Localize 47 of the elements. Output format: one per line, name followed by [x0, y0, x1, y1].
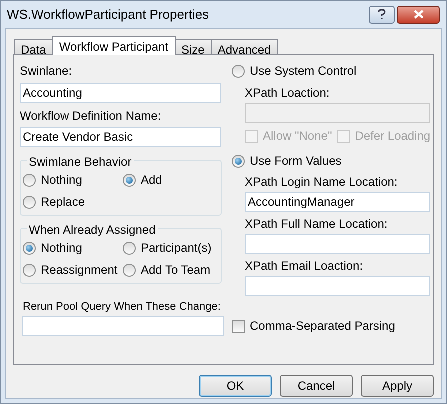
text-field[interactable]: [245, 103, 430, 123]
checkbox-label: Allow "None": [263, 128, 332, 145]
radio-label: Nothing: [41, 240, 82, 257]
close-icon: [414, 10, 424, 19]
radio-button[interactable]: [123, 242, 136, 254]
field-label: XPath Loaction:: [245, 85, 331, 99]
radio-button[interactable]: [232, 64, 245, 78]
radio-button[interactable]: [23, 264, 36, 276]
text-field[interactable]: Create Vendor Basic: [20, 127, 221, 147]
radio-label: Add: [141, 172, 162, 189]
text-field[interactable]: Accounting: [20, 83, 221, 103]
radio-button[interactable]: [23, 174, 36, 186]
radio-label: Nothing: [41, 172, 82, 189]
tab[interactable]: Data: [14, 39, 54, 55]
field-label: Swinlane:: [20, 63, 74, 77]
radio-button[interactable]: [232, 154, 245, 168]
dialog-button[interactable]: Cancel: [280, 375, 353, 397]
radio-label: Use Form Values: [250, 153, 342, 170]
checkbox-label: Defer Loading: [355, 128, 431, 145]
checkbox-label: Comma-Separated Parsing: [250, 318, 396, 335]
radio-label: Replace: [41, 194, 86, 211]
checkbox[interactable]: [232, 320, 245, 332]
text-field[interactable]: AccountingManager: [245, 192, 430, 212]
text-field[interactable]: [245, 276, 430, 296]
field-label: Workflow Definition Name:: [20, 108, 162, 122]
help-button[interactable]: [369, 6, 395, 24]
radio-label: Use System Control: [250, 63, 357, 80]
field-label: XPath Full Name Location:: [245, 216, 389, 230]
dialog-button[interactable]: OK: [199, 375, 272, 397]
text-field[interactable]: [22, 316, 224, 336]
radio-button[interactable]: [123, 174, 136, 186]
window-title: WS.WorkflowParticipant Properties: [7, 6, 210, 24]
text-field[interactable]: [245, 234, 430, 254]
radio-button[interactable]: [123, 264, 136, 276]
tab[interactable]: Advanced: [210, 39, 278, 55]
radio-label: Reassignment: [41, 262, 118, 279]
help-icon: [378, 9, 386, 20]
radio-button[interactable]: [23, 196, 36, 208]
tab[interactable]: Workflow Participant: [52, 36, 176, 55]
field-label: XPath Email Loaction:: [245, 258, 364, 272]
field-label: XPath Login Name Location:: [245, 174, 399, 188]
field-label: Rerun Pool Query When These Change:: [22, 300, 222, 314]
radio-button[interactable]: [23, 242, 36, 254]
dialog-button[interactable]: Apply: [361, 375, 434, 397]
close-button[interactable]: [397, 6, 440, 24]
radio-label: Participant(s): [141, 240, 212, 257]
radio-label: Add To Team: [141, 262, 211, 279]
